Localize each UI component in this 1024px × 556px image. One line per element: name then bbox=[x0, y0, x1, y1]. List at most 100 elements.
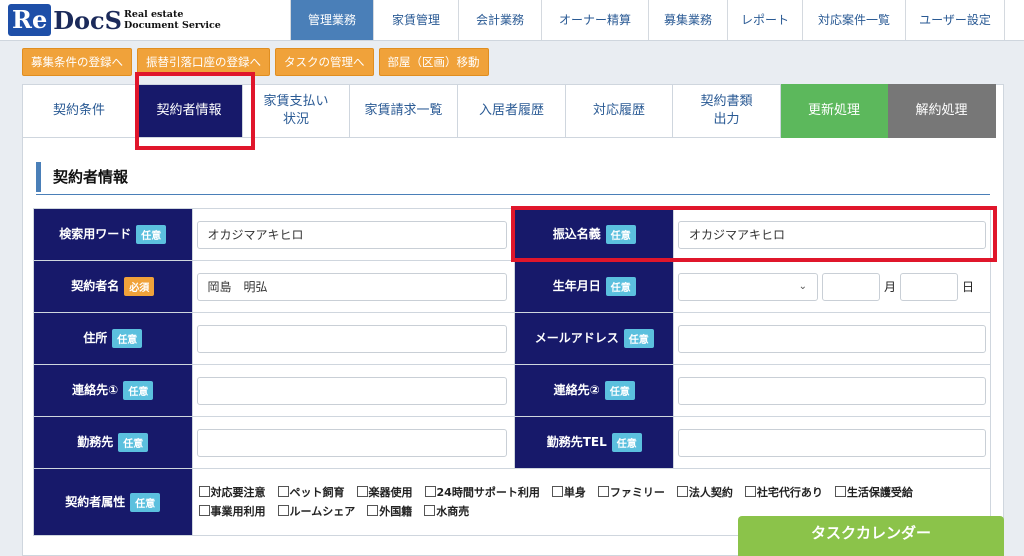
nav-report[interactable]: レポート bbox=[727, 0, 802, 40]
birth-day-input[interactable] bbox=[900, 272, 959, 301]
required-badge: 必須 bbox=[124, 277, 155, 296]
tab-label: 契約条件 bbox=[52, 103, 105, 118]
checkbox-icon bbox=[356, 486, 368, 497]
optional-badge: 任意 bbox=[605, 277, 636, 296]
label-text: 住所 bbox=[83, 331, 108, 345]
workplace-tel-input[interactable] bbox=[678, 428, 986, 457]
optional-badge: 任意 bbox=[611, 433, 642, 452]
nav-rent[interactable]: 家賃管理 bbox=[373, 0, 458, 40]
tab-contract-docs-output[interactable]: 契約書類 出力 bbox=[673, 84, 781, 138]
label-transfer-name: 振込名義 任意 bbox=[514, 208, 674, 261]
optional-badge: 任意 bbox=[123, 381, 154, 400]
logo-subtitle: Real estate Document Service bbox=[124, 9, 221, 31]
optional-badge: 任意 bbox=[130, 492, 161, 512]
tab-response-history[interactable]: 対応履歴 bbox=[566, 84, 673, 138]
label-birth-date: 生年月日 任意 bbox=[514, 260, 674, 313]
tab-label: 契約者情報 bbox=[156, 103, 222, 118]
label-contact2: 連絡先② 任意 bbox=[514, 364, 674, 417]
label-text: 契約者属性 bbox=[65, 494, 126, 509]
nav-recruitment[interactable]: 募集業務 bbox=[648, 0, 727, 40]
label-text: メールアドレス bbox=[534, 331, 619, 345]
checkbox-icon bbox=[277, 505, 289, 516]
attr-label: 24時間サポート利用 bbox=[436, 486, 540, 499]
address-input[interactable] bbox=[196, 324, 507, 353]
attr-checkbox[interactable]: 水商売 bbox=[424, 502, 469, 521]
nav-user-settings[interactable]: ユーザー設定 bbox=[905, 0, 1005, 40]
optional-badge: 任意 bbox=[118, 433, 149, 452]
cell-workplace bbox=[191, 416, 516, 469]
tab-label: 対応履歴 bbox=[592, 103, 645, 118]
app-header: Re DocS Real estate Document Service 管理業務… bbox=[0, 0, 1024, 41]
label-contractor-name: 契約者名 必須 bbox=[33, 260, 193, 313]
cell-contact1 bbox=[191, 364, 516, 417]
tab-tenant-history[interactable]: 入居者履歴 bbox=[458, 84, 566, 138]
attr-checkbox[interactable]: ルームシェア bbox=[277, 502, 356, 521]
task-calendar-button[interactable]: タスクカレンダー bbox=[738, 516, 1004, 556]
attr-checkbox[interactable]: 楽器使用 bbox=[356, 483, 413, 502]
cell-workplace-tel bbox=[673, 416, 991, 469]
birth-month-input[interactable] bbox=[822, 272, 880, 301]
task-management-button[interactable]: タスクの管理へ bbox=[275, 48, 374, 76]
nav-owner-settlement[interactable]: オーナー精算 bbox=[541, 0, 648, 40]
attr-checkbox[interactable]: ファミリー bbox=[597, 483, 665, 502]
tab-label-line2: 出力 bbox=[713, 112, 740, 127]
checkbox-icon bbox=[676, 486, 688, 497]
optional-badge: 任意 bbox=[605, 225, 636, 244]
attr-checkbox[interactable]: 対応要注意 bbox=[198, 483, 266, 502]
workplace-input[interactable] bbox=[196, 428, 507, 457]
tab-renewal[interactable]: 更新処理 bbox=[781, 84, 888, 138]
contact2-input[interactable] bbox=[678, 376, 986, 405]
tab-label: 更新処理 bbox=[807, 103, 860, 118]
checkbox-icon bbox=[424, 486, 436, 497]
label-text: 契約者名 bbox=[71, 279, 120, 293]
attr-checkbox[interactable]: 法人契約 bbox=[676, 483, 733, 502]
contractor-name-input[interactable]: 岡島 明弘 bbox=[196, 272, 507, 301]
tab-label: 契約書類 bbox=[700, 94, 753, 109]
attr-checkbox[interactable]: 事業用利用 bbox=[198, 502, 266, 521]
redocs-logo[interactable]: Re DocS Real estate Document Service bbox=[8, 3, 288, 37]
attr-checkbox[interactable]: 生活保護受給 bbox=[834, 483, 913, 502]
tab-cancellation[interactable]: 解約処理 bbox=[888, 84, 996, 138]
attr-label: ルームシェア bbox=[289, 505, 356, 518]
attr-label: 水商売 bbox=[436, 505, 470, 518]
birth-date-group: ⌄ 月 日 bbox=[674, 272, 990, 301]
tab-contract-terms[interactable]: 契約条件 bbox=[22, 84, 136, 138]
label-text: 検索用ワード bbox=[59, 227, 132, 241]
tab-rent-payment-status[interactable]: 家賃支払い 状況 bbox=[243, 84, 350, 138]
attr-label: 楽器使用 bbox=[368, 486, 413, 499]
attr-checkbox[interactable]: 外国籍 bbox=[367, 502, 412, 521]
attr-label: ファミリー bbox=[609, 486, 665, 499]
attr-checkbox[interactable]: 単身 bbox=[551, 483, 586, 502]
optional-badge: 任意 bbox=[604, 381, 635, 400]
checkbox-icon bbox=[277, 486, 289, 497]
checkbox-icon bbox=[198, 486, 210, 497]
birth-year-select[interactable]: ⌄ bbox=[678, 272, 818, 301]
label-address: 住所 任意 bbox=[33, 312, 193, 365]
transfer-name-input[interactable]: オカジマアキヒロ bbox=[678, 220, 986, 249]
cell-transfer-name: オカジマアキヒロ bbox=[673, 208, 991, 261]
search-word-input[interactable]: オカジマアキヒロ bbox=[196, 220, 507, 249]
move-room-button[interactable]: 部屋（区画）移動 bbox=[378, 48, 489, 76]
label-text: 連絡先① bbox=[72, 383, 119, 397]
optional-badge: 任意 bbox=[623, 329, 654, 348]
email-input[interactable] bbox=[678, 324, 986, 353]
register-recruit-button[interactable]: 募集条件の登録へ bbox=[22, 48, 132, 76]
nav-management[interactable]: 管理業務 bbox=[290, 0, 373, 40]
logo-re: Re bbox=[8, 4, 52, 36]
attr-checkbox[interactable]: ペット飼育 bbox=[277, 483, 345, 502]
contract-tabs: 契約条件 契約者情報 家賃支払い 状況 家賃請求一覧 入居者履歴 対応履歴 契約書… bbox=[22, 84, 996, 138]
label-text: 勤務先TEL bbox=[546, 435, 607, 449]
contact1-input[interactable] bbox=[196, 376, 507, 405]
tab-contractor-info[interactable]: 契約者情報 bbox=[136, 84, 243, 138]
label-text: 生年月日 bbox=[552, 279, 601, 293]
attr-checkbox[interactable]: 社宅代行あり bbox=[744, 483, 823, 502]
attr-label: 単身 bbox=[563, 486, 586, 499]
nav-cases[interactable]: 対応案件一覧 bbox=[802, 0, 905, 40]
attr-checkbox[interactable]: 24時間サポート利用 bbox=[424, 483, 540, 502]
label-contact1: 連絡先① 任意 bbox=[33, 364, 193, 417]
nav-accounting[interactable]: 会計業務 bbox=[458, 0, 541, 40]
chevron-down-icon: ⌄ bbox=[798, 280, 807, 292]
register-debit-account-button[interactable]: 振替引落口座の登録へ bbox=[137, 48, 270, 76]
attr-label: 生活保護受給 bbox=[846, 486, 913, 499]
tab-rent-billing-list[interactable]: 家賃請求一覧 bbox=[350, 84, 458, 138]
